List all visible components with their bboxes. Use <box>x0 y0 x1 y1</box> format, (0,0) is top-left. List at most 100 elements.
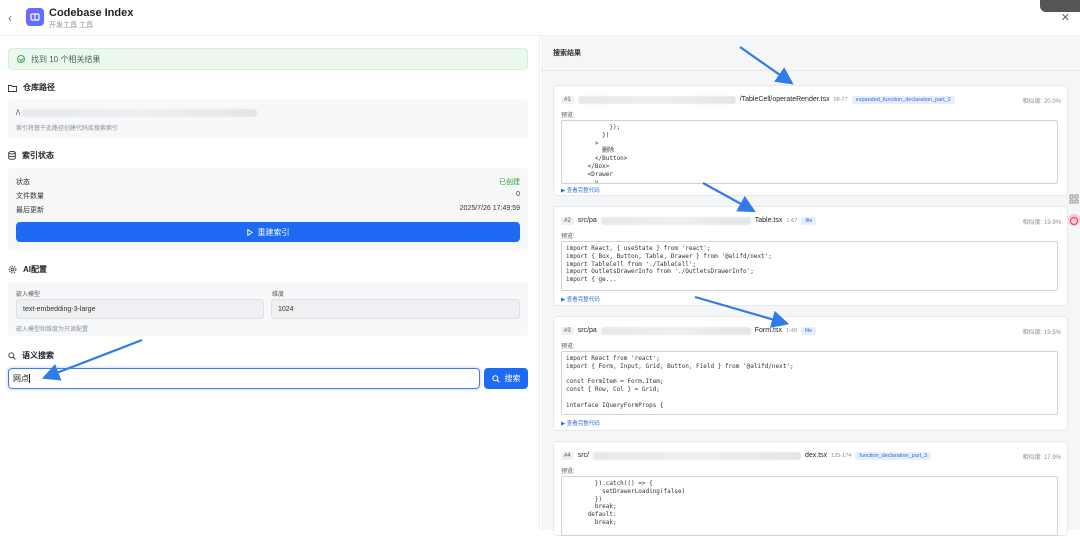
code-preview: import React, { useState } from 'react';… <box>561 241 1058 291</box>
result-path: /TableCell/operateRender.tsx <box>739 96 830 103</box>
result-number: #2 <box>561 216 574 225</box>
grid-icon[interactable] <box>1068 192 1080 204</box>
result-similarity: 相似度: 19.5% <box>1022 330 1061 336</box>
folder-icon <box>8 84 17 92</box>
check-circle-icon <box>17 55 25 63</box>
last-updated-value: 2025/7/26 17:49:59 <box>459 205 520 212</box>
result-card: #2 src/pa Table.tsx 1-67 file 相似度: 19.9%… <box>553 206 1068 306</box>
result-notice-text: 找到 10 个相关结果 <box>31 54 101 64</box>
search-section-label: 语义搜索 <box>22 351 54 360</box>
chevron-left-icon[interactable]: ‹ <box>8 11 12 25</box>
result-similarity: 相似度: 19.9% <box>1022 220 1061 226</box>
result-number: #4 <box>561 451 574 460</box>
assistant-icon[interactable] <box>1068 214 1080 226</box>
results-divider <box>541 70 1080 71</box>
result-path-start: src/pa <box>577 217 597 224</box>
result-header: #4 src/ dex.tsx 125-174 function_declara… <box>561 450 932 461</box>
code-preview: }); }) > 删除 </Button> </Box> <Drawer v <box>561 120 1058 184</box>
results-panel: 搜索结果 #1 /TableCell/operateRender.tsx 58-… <box>541 36 1080 536</box>
play-icon <box>246 228 253 236</box>
code-preview: import React from 'react'; import { Form… <box>561 351 1058 415</box>
preview-label: 预览: <box>561 113 575 119</box>
redacted-path <box>577 95 736 104</box>
result-path: Form.tsx <box>754 327 782 334</box>
dimension-field: 1024 <box>271 299 520 319</box>
result-number: #1 <box>561 95 574 104</box>
search-button[interactable]: 搜索 <box>484 368 528 389</box>
result-tag: file <box>801 216 817 225</box>
result-path: dex.tsx <box>804 452 828 459</box>
rebuild-index-label: 重建索引 <box>257 227 290 237</box>
model-label: 嵌入模型 <box>16 292 41 298</box>
database-icon <box>8 151 16 160</box>
repo-path: /\ <box>16 109 257 117</box>
last-updated-row: 最后更新 2025/7/26 17:49:59 <box>16 205 520 215</box>
gear-icon <box>8 265 17 274</box>
redacted-path <box>600 216 751 225</box>
close-icon[interactable]: ✕ <box>1061 11 1070 24</box>
redacted-path <box>21 109 257 117</box>
result-card: #3 src/pa Form.tsx 1-40 file 相似度: 19.5% … <box>553 316 1068 431</box>
view-full-code-link[interactable]: ▶ 查看完整代码 <box>561 419 600 427</box>
search-section-title: 语义搜索 <box>8 350 54 361</box>
result-path-start: src/ <box>577 452 589 459</box>
app-title: Codebase Index <box>49 7 134 19</box>
redacted-path <box>592 451 801 460</box>
preview-label: 预览: <box>561 234 575 240</box>
ai-section-label: AI配置 <box>23 265 47 274</box>
result-path-start: src/pa <box>577 327 597 334</box>
file-count-label: 文件数量 <box>16 193 44 200</box>
ai-card: 嵌入模型 text-embedding-3-large 维度 1024 嵌入模型… <box>8 282 528 336</box>
rebuild-index-button[interactable]: 重建索引 <box>16 222 520 242</box>
file-count-row: 文件数量 0 <box>16 191 520 201</box>
result-notice: 找到 10 个相关结果 <box>8 48 528 70</box>
app-logo-icon <box>26 8 44 26</box>
result-card: #1 /TableCell/operateRender.tsx 58-77 ex… <box>553 85 1068 196</box>
result-path: Table.tsx <box>754 217 783 224</box>
result-card: #4 src/ dex.tsx 125-174 function_declara… <box>553 441 1068 536</box>
code-preview: }).catch(() => { setDrawerLoading(false)… <box>561 476 1058 536</box>
redacted-path <box>600 326 751 335</box>
search-icon <box>8 351 16 360</box>
result-number: #3 <box>561 326 574 335</box>
ai-hint: 嵌入模型和维度为只读配置 <box>16 327 89 333</box>
file-count-value: 0 <box>516 191 520 198</box>
dimension-value: 1024 <box>278 305 294 313</box>
repo-section-label: 仓库路径 <box>23 83 55 92</box>
result-header: #3 src/pa Form.tsx 1-40 file <box>561 325 817 336</box>
left-panel: 找到 10 个相关结果 仓库路径 /\ 索引将基于此路径创建代码库搜索索引 索引… <box>0 36 540 530</box>
view-full-code-link[interactable]: ▶ 查看完整代码 <box>561 186 600 194</box>
view-full-code-link[interactable]: ▶ 查看完整代码 <box>561 295 600 303</box>
result-lines: 58-77 <box>833 96 848 103</box>
result-header: #1 /TableCell/operateRender.tsx 58-77 ex… <box>561 94 955 105</box>
result-similarity: 相似度: 20.0% <box>1022 99 1061 105</box>
model-value: text-embedding-3-large <box>23 305 96 313</box>
index-card: 状态 已创建 文件数量 0 最后更新 2025/7/26 17:49:59 重建… <box>8 168 528 250</box>
status-row: 状态 已创建 <box>16 177 520 187</box>
app-subtitle: 开发工具 工具 <box>49 22 93 29</box>
dimension-label: 维度 <box>272 292 285 298</box>
index-section-label: 索引状态 <box>22 151 54 160</box>
status-value: 已创建 <box>499 179 520 186</box>
preview-label: 预览: <box>561 344 575 350</box>
text-cursor <box>29 374 30 383</box>
result-similarity: 相似度: 17.9% <box>1022 455 1061 461</box>
status-label: 状态 <box>16 179 30 186</box>
model-field: text-embedding-3-large <box>16 299 264 319</box>
result-tag: file <box>801 326 817 335</box>
result-tag: function_declaration_part_3 <box>855 451 932 460</box>
result-tag: expanded_function_declaration_part_2 <box>851 95 955 104</box>
repo-card: /\ 索引将基于此路径创建代码库搜索索引 <box>8 99 528 139</box>
repo-section-title: 仓库路径 <box>8 82 55 93</box>
ai-section-title: AI配置 <box>8 264 47 275</box>
index-section-title: 索引状态 <box>8 150 54 161</box>
search-button-label: 搜索 <box>504 374 521 383</box>
result-lines: 1-67 <box>786 217 798 224</box>
preview-label: 预览: <box>561 469 575 475</box>
app-header: ‹ Codebase Index 开发工具 工具 ✕ <box>0 0 1080 36</box>
repo-hint: 索引将基于此路径创建代码库搜索索引 <box>16 126 119 132</box>
search-icon <box>491 374 500 383</box>
result-lines: 125-174 <box>831 452 852 459</box>
search-input[interactable]: 网点 <box>8 368 480 389</box>
search-input-value: 网点 <box>13 374 29 383</box>
